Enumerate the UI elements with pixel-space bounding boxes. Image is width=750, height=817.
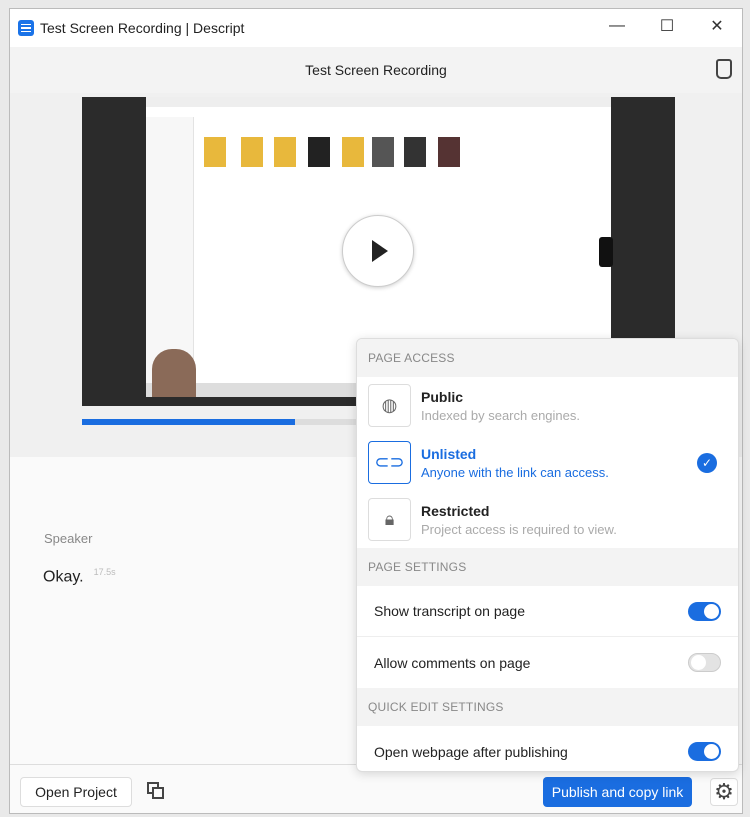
page-title: Test Screen Recording [305, 62, 447, 78]
window-title: Test Screen Recording | Descript [40, 20, 245, 36]
transcript-word[interactable]: Okay. [43, 568, 84, 585]
access-option-unlisted[interactable]: ⊂⊃ Unlisted Anyone with the link can acce… [357, 434, 738, 491]
lock-icon: 🔒︎ [368, 498, 411, 541]
transcript-text[interactable]: Okay. 17.5s [43, 567, 116, 586]
descript-logo-icon [18, 20, 34, 36]
access-option-public[interactable]: ◍ Public Indexed by search engines. [357, 377, 738, 434]
allow-comments-row: Allow comments on page [357, 637, 738, 688]
speaker-label: Speaker [44, 531, 93, 546]
close-button[interactable]: ✕ [692, 9, 742, 43]
open-webpage-row: Open webpage after publishing [357, 726, 738, 771]
option-title: Unlisted [421, 445, 477, 462]
page-header: Test Screen Recording [10, 47, 742, 93]
maximize-button[interactable]: ☐ [642, 9, 692, 43]
show-transcript-row: Show transcript on page [357, 586, 738, 637]
option-desc: Project access is required to view. [421, 521, 617, 537]
minimize-button[interactable]: — [592, 9, 642, 43]
publish-settings-popover: PAGE ACCESS ◍ Public Indexed by search en… [356, 338, 739, 772]
title-bar: Test Screen Recording | Descript — ☐ ✕ [10, 9, 742, 47]
allow-comments-toggle[interactable] [688, 653, 721, 672]
link-icon: ⊂⊃ [368, 441, 411, 484]
gap-duration: 17.5s [93, 567, 116, 577]
option-title: Restricted [421, 502, 490, 519]
open-webpage-toggle[interactable] [688, 742, 721, 761]
check-icon: ✓ [697, 453, 717, 473]
gear-icon[interactable]: ⚙ [710, 778, 738, 806]
option-title: Public [421, 388, 464, 405]
play-button[interactable] [342, 215, 414, 287]
trash-icon[interactable] [716, 59, 732, 79]
show-transcript-toggle[interactable] [688, 602, 721, 621]
setting-label: Show transcript on page [374, 603, 525, 619]
section-page-access: PAGE ACCESS [357, 339, 738, 377]
duplicate-icon[interactable] [147, 782, 165, 800]
globe-icon: ◍ [368, 384, 411, 427]
publish-and-copy-link-button[interactable]: Publish and copy link [543, 777, 692, 807]
section-page-settings: PAGE SETTINGS [357, 548, 738, 586]
setting-label: Allow comments on page [374, 654, 531, 671]
option-desc: Anyone with the link can access. [421, 464, 609, 480]
open-project-button[interactable]: Open Project [20, 777, 132, 807]
option-desc: Indexed by search engines. [421, 407, 580, 423]
access-option-restricted[interactable]: 🔒︎ Restricted Project access is required … [357, 491, 738, 548]
setting-label: Open webpage after publishing [374, 743, 568, 760]
section-quick-edit: QUICK EDIT SETTINGS [357, 688, 738, 726]
